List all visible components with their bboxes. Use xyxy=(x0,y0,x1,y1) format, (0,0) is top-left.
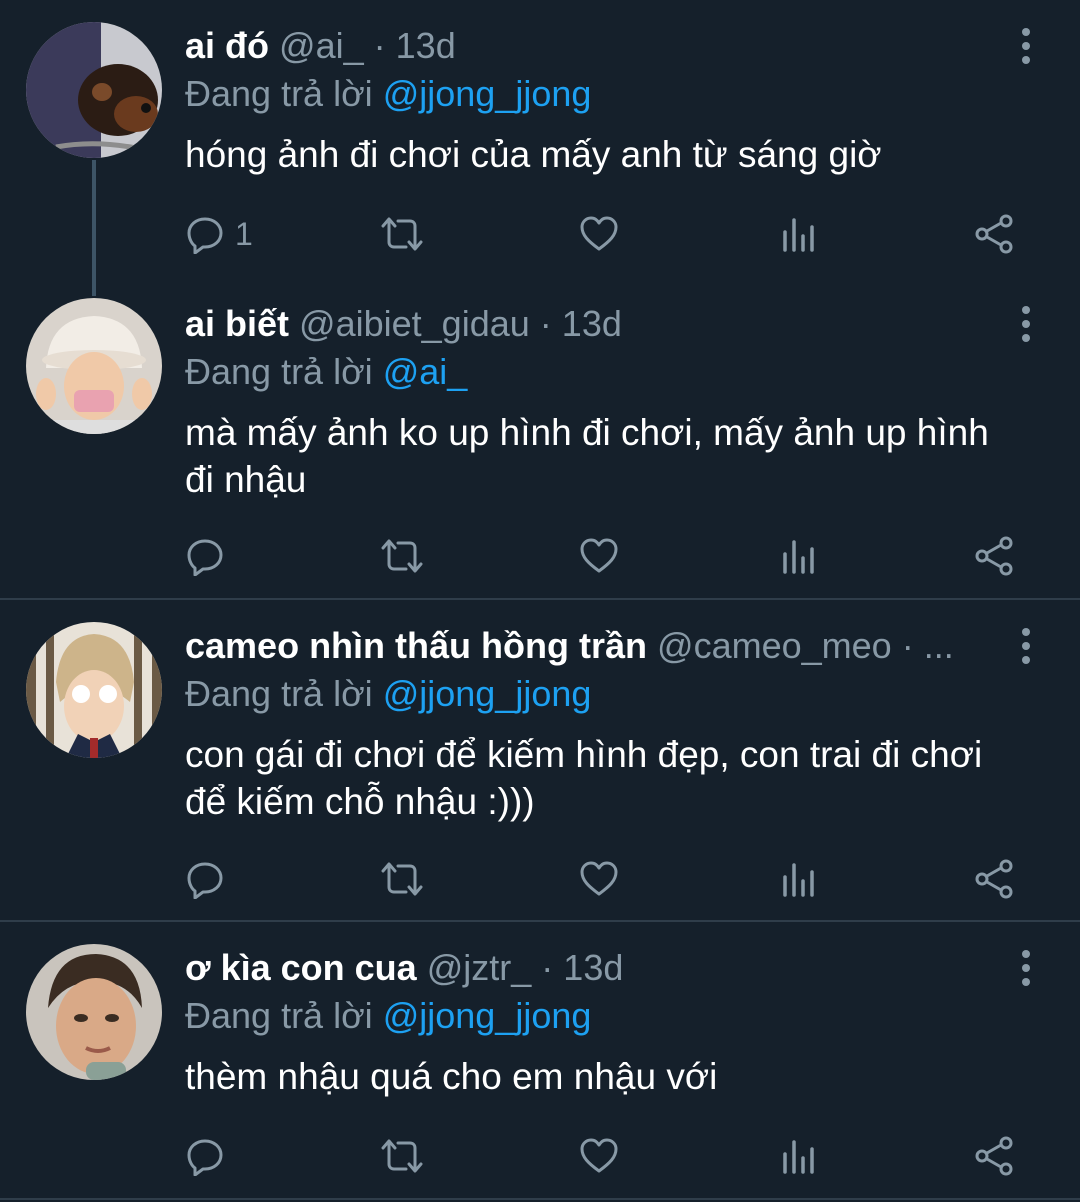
reply-icon xyxy=(187,539,223,576)
share-icon xyxy=(975,859,1013,899)
separator-dot: · xyxy=(539,303,552,344)
heart-icon xyxy=(580,1138,618,1173)
share-button[interactable] xyxy=(973,857,1015,901)
mention-link[interactable]: @jjong_jjong xyxy=(383,995,592,1036)
more-vertical-icon xyxy=(1022,950,1030,986)
user-handle[interactable]: @cameo_meo xyxy=(657,625,892,666)
avatar[interactable] xyxy=(26,22,162,158)
tweet-header: ơ kìa con cua @jztr_ · 13d xyxy=(185,944,960,992)
tweet[interactable]: ơ kìa con cua @jztr_ · 13d Đang trả lời … xyxy=(0,922,1080,1200)
timestamp-truncated[interactable]: ... xyxy=(924,625,954,666)
display-name[interactable]: cameo nhìn thấu hồng trần xyxy=(185,625,647,666)
reply-button[interactable] xyxy=(185,534,235,578)
reply-icon xyxy=(187,1139,223,1176)
timestamp[interactable]: 13d xyxy=(563,947,623,988)
user-handle[interactable]: @jztr_ xyxy=(427,947,532,988)
tweet-header: ai biết @aibiet_gidau · 13d xyxy=(185,300,960,348)
display-name[interactable]: ai biết xyxy=(185,303,289,344)
share-icon xyxy=(975,1136,1013,1176)
retweet-button[interactable] xyxy=(380,857,424,901)
analytics-icon xyxy=(783,218,814,252)
retweet-button[interactable] xyxy=(380,1134,424,1178)
tweet-header: ai đó @ai_ · 13d xyxy=(185,22,960,70)
analytics-icon xyxy=(783,1140,814,1174)
heart-icon xyxy=(580,216,618,251)
replying-to-label: Đang trả lời xyxy=(185,73,373,114)
analytics-button[interactable] xyxy=(779,857,819,901)
like-button[interactable] xyxy=(579,857,619,901)
replying-to-label: Đang trả lời xyxy=(185,351,373,392)
tweet[interactable]: cameo nhìn thấu hồng trần @cameo_meo · .… xyxy=(0,600,1080,922)
user-handle[interactable]: @ai_ xyxy=(279,25,364,66)
heart-icon xyxy=(580,861,618,896)
retweet-icon xyxy=(381,217,423,251)
replying-to: Đang trả lời @jjong_jjong xyxy=(185,670,591,718)
share-button[interactable] xyxy=(973,534,1015,578)
more-options-button[interactable] xyxy=(1014,304,1038,344)
tweet-text: hóng ảnh đi chơi của mấy anh từ sáng giờ xyxy=(185,134,882,175)
avatar[interactable] xyxy=(26,622,162,758)
tweet-text: con gái đi chơi để kiếm hình đẹp, con tr… xyxy=(185,734,983,822)
more-options-button[interactable] xyxy=(1014,948,1038,988)
separator-dot: · xyxy=(373,25,386,66)
avatar[interactable] xyxy=(26,298,162,434)
replying-to-label: Đang trả lời xyxy=(185,673,373,714)
tweet[interactable]: ai đó @ai_ · 13d Đang trả lời @jjong_jjo… xyxy=(0,0,1080,290)
share-button[interactable] xyxy=(973,1134,1015,1178)
timestamp[interactable]: 13d xyxy=(396,25,456,66)
replying-to: Đang trả lời @jjong_jjong xyxy=(185,992,591,1040)
tweet-actions xyxy=(185,534,1030,578)
avatar[interactable] xyxy=(26,944,162,1080)
analytics-icon xyxy=(783,540,814,574)
like-button[interactable] xyxy=(579,212,619,256)
more-options-button[interactable] xyxy=(1014,26,1038,66)
tweet-actions xyxy=(185,857,1030,901)
tweet-actions xyxy=(185,1134,1030,1178)
more-vertical-icon xyxy=(1022,28,1030,64)
heart-icon xyxy=(580,538,618,573)
analytics-button[interactable] xyxy=(779,1134,819,1178)
reply-icon xyxy=(187,217,223,254)
share-button[interactable] xyxy=(973,212,1015,256)
reply-button[interactable]: 1 xyxy=(185,212,253,256)
retweet-icon xyxy=(381,539,423,573)
tweet-header: cameo nhìn thấu hồng trần @cameo_meo · .… xyxy=(185,622,960,670)
analytics-button[interactable] xyxy=(779,534,819,578)
like-button[interactable] xyxy=(579,534,619,578)
replying-to: Đang trả lời @ai_ xyxy=(185,348,467,396)
mention-link[interactable]: @jjong_jjong xyxy=(383,673,592,714)
retweet-button[interactable] xyxy=(380,212,424,256)
analytics-button[interactable] xyxy=(779,212,819,256)
more-options-button[interactable] xyxy=(1014,626,1038,666)
mention-link[interactable]: @ai_ xyxy=(383,351,468,392)
mention-link[interactable]: @jjong_jjong xyxy=(383,73,592,114)
replying-to: Đang trả lời @jjong_jjong xyxy=(185,70,591,118)
more-vertical-icon xyxy=(1022,628,1030,664)
retweet-icon xyxy=(381,1139,423,1173)
tweet-text: mà mấy ảnh ko up hình đi chơi, mấy ảnh u… xyxy=(185,412,989,500)
tweet[interactable]: ai biết @aibiet_gidau · 13d Đang trả lời… xyxy=(0,278,1080,600)
retweet-icon xyxy=(381,862,423,896)
user-handle[interactable]: @aibiet_gidau xyxy=(299,303,530,344)
tweet-text: thèm nhậu quá cho em nhậu với xyxy=(185,1056,718,1097)
like-button[interactable] xyxy=(579,1134,619,1178)
display-name[interactable]: ơ kìa con cua xyxy=(185,947,417,988)
display-name[interactable]: ai đó xyxy=(185,25,269,66)
reply-button[interactable] xyxy=(185,857,235,901)
retweet-button[interactable] xyxy=(380,534,424,578)
tweet-actions: 1 xyxy=(185,212,1030,256)
reply-button[interactable] xyxy=(185,1134,235,1178)
separator-dot: · xyxy=(901,625,914,666)
more-vertical-icon xyxy=(1022,306,1030,342)
reply-icon xyxy=(187,862,223,899)
analytics-icon xyxy=(783,863,814,897)
separator-dot: · xyxy=(541,947,554,988)
share-icon xyxy=(975,214,1013,254)
share-icon xyxy=(975,536,1013,576)
timestamp[interactable]: 13d xyxy=(562,303,622,344)
reply-count: 1 xyxy=(235,216,253,252)
replying-to-label: Đang trả lời xyxy=(185,995,373,1036)
